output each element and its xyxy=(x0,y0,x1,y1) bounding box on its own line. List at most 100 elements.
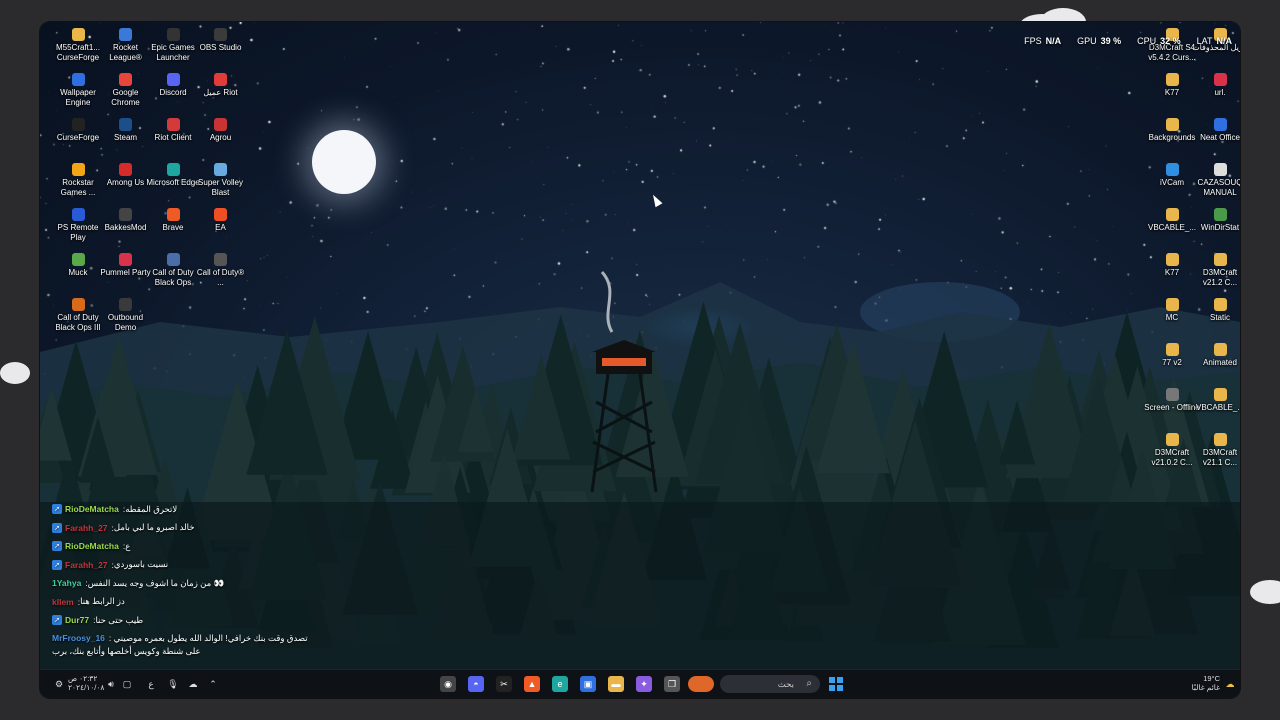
desktop[interactable]: M55Craft1... CurseForge Rocket League® Epi… xyxy=(40,22,1240,698)
start-button[interactable] xyxy=(828,676,844,692)
brave-taskbar-icon[interactable]: ▲ xyxy=(524,676,540,692)
copilot-taskbar-icon[interactable]: ✦ xyxy=(636,676,652,692)
frame-cloud-left xyxy=(0,362,30,384)
chat-message: ➚ Farahh_27: خالد اصبرو ما لبي بامل xyxy=(52,519,312,538)
desktop-icon[interactable]: D3MCraft v21.2 C... xyxy=(1192,253,1240,287)
ivcam-icon xyxy=(1165,163,1179,176)
display-icon[interactable]: ▢ xyxy=(120,676,134,692)
discord-taskbar-icon[interactable]: ◓ xyxy=(468,676,484,692)
taskview-taskbar-icon[interactable]: ❐ xyxy=(664,676,680,692)
chat-username: RioDeMatcha xyxy=(65,504,119,515)
stream-chat: ➚ RioDeMatcha: لاتحرق المقطه ➚ Farahh_27: خ… xyxy=(52,500,312,658)
chat-badge-icon: ➚ xyxy=(52,615,62,626)
edge-taskbar-icon[interactable]: e xyxy=(552,676,568,692)
windows-icon xyxy=(829,677,843,691)
desktop-icon-label: Agrou xyxy=(209,133,232,142)
windirstat-icon xyxy=(1213,208,1227,221)
desktop-icon[interactable]: OBS Studio xyxy=(193,28,249,53)
cpu-stat: CPU 32 % xyxy=(1137,36,1181,46)
chat-username: MrFroosy_16 xyxy=(52,632,105,643)
obs-icon xyxy=(214,28,227,41)
network-icon[interactable]: ☁ xyxy=(186,676,200,692)
folder-icon xyxy=(1213,388,1227,401)
riot-icon xyxy=(214,73,227,86)
agrou-icon xyxy=(214,118,227,131)
folder-icon xyxy=(1165,253,1179,266)
chat-username: kllem xyxy=(52,596,74,607)
desktop-icon[interactable]: EA xyxy=(193,208,249,233)
store-taskbar-icon[interactable]: ▣ xyxy=(580,676,596,692)
riot-client-icon xyxy=(166,118,180,131)
search-icon: ⌕ xyxy=(806,678,812,689)
desktop-icon[interactable]: D3MCraft v21.1 C... xyxy=(1192,433,1240,467)
obs-taskbar-icon[interactable]: ◉ xyxy=(440,676,456,692)
desktop-icon-label: EA xyxy=(215,223,226,232)
chat-username: 1Yahya xyxy=(52,578,82,589)
chat-text: طيب حتى حنا xyxy=(95,614,144,625)
desktop-icon[interactable]: Neat Office xyxy=(1192,118,1240,143)
clock[interactable]: ٠٢:٣٢ ص ٢٠٢٤/١٠/٠٨ xyxy=(68,674,104,692)
chat-message: ➚ Farahh_27: نسيت باسوردي xyxy=(52,556,312,575)
language-indicator[interactable]: ع xyxy=(144,676,158,692)
discord-icon xyxy=(166,73,180,86)
clock-date: ٢٠٢٤/١٠/٠٨ xyxy=(68,683,105,692)
chat-message: ➚ Dur77: طيب حتى حنا xyxy=(52,611,312,630)
weather-desc: غائم غالبًا xyxy=(1191,683,1220,692)
performance-overlay: FPS N/A GPU 39 % CPU 32 % LAT N/A xyxy=(1024,36,1232,46)
chevron-up-icon[interactable]: ⌃ xyxy=(206,676,220,692)
desktop-icon[interactable]: CAZASOUQ MANUAL xyxy=(1192,163,1240,197)
chat-text: ع xyxy=(125,540,131,551)
neat-office-icon xyxy=(1213,118,1227,131)
folder-icon xyxy=(1165,298,1179,311)
desktop-icon[interactable]: Static xyxy=(1192,298,1240,323)
hub-taskbar-icon[interactable] xyxy=(688,676,714,692)
weather-icon: ☁ xyxy=(1225,678,1235,689)
chat-username: Farahh_27 xyxy=(65,522,108,533)
desktop-icon[interactable]: VBCABLE_... xyxy=(1192,388,1240,413)
folder-icon xyxy=(1213,433,1227,446)
microphone-icon[interactable]: 🎙︎ xyxy=(166,676,180,692)
chrome-icon xyxy=(119,73,132,86)
document-icon xyxy=(1213,163,1227,176)
chat-message: MrFroosy_16: تصدق وقت بنك خرافي! الوالد … xyxy=(52,630,312,658)
moon xyxy=(312,130,376,194)
ps-remote-icon xyxy=(71,208,85,221)
gpu-stat: GPU 39 % xyxy=(1077,36,1122,46)
desktop-icon-label: D3MCraft v21.1 C... xyxy=(1202,448,1238,467)
desktop-icon[interactable]: WinDirStat xyxy=(1192,208,1240,233)
volley-icon xyxy=(214,163,227,176)
folder-icon xyxy=(1165,73,1179,86)
widgets-icon[interactable]: ⚙ xyxy=(52,676,66,692)
fps-stat: FPS N/A xyxy=(1024,36,1062,46)
chat-text: خالد اصبرو ما لبي بامل xyxy=(113,522,195,533)
folder-icon xyxy=(1165,343,1179,356)
weather-widget[interactable]: 19°C غائم غالبًا xyxy=(1192,674,1220,692)
desktop-icon[interactable]: Call of Duty® ... xyxy=(193,253,249,287)
search-input[interactable]: بحث ⌕ xyxy=(720,675,820,693)
frame-cloud-right xyxy=(1250,580,1280,604)
folder-icon xyxy=(1213,343,1227,356)
muck-icon xyxy=(71,253,85,266)
chat-badge-icon: ➚ xyxy=(52,522,62,533)
wallpaper-engine-icon xyxy=(71,73,85,86)
desktop-icon-label: Super Volley Blast xyxy=(198,178,243,197)
chat-text: لاتحرق المقطه xyxy=(125,503,178,514)
desktop-icon[interactable]: عميل Riot xyxy=(193,73,249,98)
desktop-icon[interactable]: Super Volley Blast xyxy=(193,163,249,197)
chat-text: دز الرابط هنا xyxy=(80,596,125,607)
rocket-league-icon xyxy=(119,28,132,41)
epic-games-icon xyxy=(166,28,180,41)
chat-username: RioDeMatcha xyxy=(65,541,119,552)
desktop-icon[interactable]: Outbound Demo xyxy=(98,298,154,332)
capcut-taskbar-icon[interactable]: ✂ xyxy=(496,676,512,692)
volume-icon[interactable]: 🔊︎ xyxy=(104,676,118,692)
chat-message: ➚ RioDeMatcha: لاتحرق المقطه xyxy=(52,500,312,519)
chat-text: نسيت باسوردي xyxy=(113,559,169,570)
desktop-icon[interactable]: url. xyxy=(1192,73,1240,98)
explorer-taskbar-icon[interactable]: ▬ xyxy=(608,676,624,692)
cod3-icon xyxy=(71,298,85,311)
desktop-icon[interactable]: Animated xyxy=(1192,343,1240,368)
desktop-icon-label: Call of Duty® ... xyxy=(196,268,245,287)
folder-icon xyxy=(1165,118,1179,131)
desktop-icon[interactable]: Agrou xyxy=(193,118,249,143)
